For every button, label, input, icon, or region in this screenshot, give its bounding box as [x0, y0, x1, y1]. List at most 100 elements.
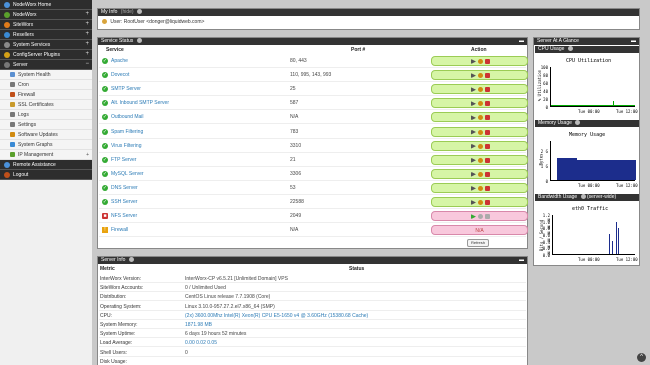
minimize-icon[interactable]: ▬: [519, 257, 524, 264]
info-value[interactable]: 1871.98 MB: [185, 322, 212, 328]
service-name[interactable]: Apache: [111, 58, 128, 64]
service-name[interactable]: Alt. Inbound SMTP Server: [111, 100, 169, 106]
sidebar-item-nodeworx-home[interactable]: NodeWorx Home: [0, 0, 92, 10]
expand-icon[interactable]: +: [85, 11, 89, 17]
restart-icon[interactable]: [478, 115, 483, 121]
sidebar-item-logout[interactable]: Logout: [0, 170, 92, 180]
my-info-user: User: RootUser <donger@liquidweb.com>: [110, 19, 205, 25]
service-name[interactable]: SMTP Server: [111, 86, 141, 92]
sidebar-subitem-firewall[interactable]: Firewall: [0, 90, 92, 100]
sidebar-item-configserver-plugins[interactable]: ConfigServer Plugins +: [0, 50, 92, 60]
start-icon[interactable]: [471, 73, 476, 79]
stop-icon[interactable]: [485, 87, 490, 93]
expand-icon[interactable]: +: [86, 152, 89, 158]
stop-icon[interactable]: [485, 59, 490, 64]
sidebar-item-label: Resellers: [13, 31, 34, 38]
sidebar-subitem-system-health[interactable]: System Health: [0, 70, 92, 80]
col-action: Action: [471, 47, 487, 53]
expand-icon[interactable]: +: [85, 21, 89, 27]
expand-icon[interactable]: +: [85, 31, 89, 37]
sidebar-item-server[interactable]: Server −: [0, 60, 92, 70]
help-icon[interactable]: [136, 38, 142, 43]
service-name[interactable]: Dovecot: [111, 72, 129, 78]
help-icon[interactable]: [128, 257, 134, 262]
restart-icon[interactable]: [478, 59, 483, 64]
sidebar-subitem-settings[interactable]: Settings: [0, 120, 92, 130]
info-value[interactable]: (2x) 3600.00Mhz Intel(R) Xeon(R) CPU E5-…: [185, 313, 368, 319]
restart-icon[interactable]: [478, 87, 483, 93]
start-icon[interactable]: [471, 143, 476, 149]
restart-icon[interactable]: [478, 129, 483, 135]
refresh-button[interactable]: Refresh: [467, 239, 489, 247]
stop-icon[interactable]: [485, 143, 490, 149]
sidebar-item-system-services[interactable]: System Services +: [0, 40, 92, 50]
start-icon[interactable]: [471, 157, 476, 163]
help-icon[interactable]: [575, 120, 581, 125]
sidebar-subitem-ssl-certificates[interactable]: SSL Certificates: [0, 100, 92, 110]
service-name[interactable]: NFS Server: [111, 213, 137, 219]
stop-icon[interactable]: [485, 214, 490, 220]
scroll-top-button[interactable]: ^: [637, 353, 646, 362]
service-name[interactable]: SSH Server: [111, 199, 137, 205]
sidebar-subitem-cron[interactable]: Cron: [0, 80, 92, 90]
sidebar-subitem-icon: [10, 132, 15, 137]
start-icon[interactable]: [471, 200, 476, 205]
memory-graph[interactable]: Memory Usage Bytes 2 G1 G0 Tue 00:00 Tue…: [536, 129, 638, 191]
stop-icon[interactable]: [485, 171, 490, 177]
service-name[interactable]: MySQL Server: [111, 171, 144, 177]
restart-icon[interactable]: [478, 143, 483, 149]
service-action-bar: [431, 70, 528, 81]
stop-icon[interactable]: [485, 101, 490, 107]
help-icon[interactable]: [136, 9, 142, 14]
help-icon[interactable]: [567, 46, 573, 51]
restart-icon[interactable]: [478, 73, 483, 79]
sidebar-item-resellers[interactable]: Resellers +: [0, 30, 92, 40]
minimize-icon[interactable]: ▬: [519, 38, 524, 45]
stop-icon[interactable]: [485, 73, 490, 79]
bandwidth-usage-suffix: (server-wide): [586, 194, 617, 200]
restart-icon[interactable]: [478, 200, 483, 205]
start-icon[interactable]: [471, 115, 476, 121]
service-name[interactable]: Firewall: [111, 227, 128, 233]
start-icon[interactable]: [471, 214, 476, 220]
help-icon[interactable]: [580, 194, 586, 199]
sidebar-subitem-software-updates[interactable]: Software Updates: [0, 130, 92, 140]
sidebar-subitem-logs[interactable]: Logs: [0, 110, 92, 120]
info-value[interactable]: 0.00 0.02 0.05: [185, 340, 217, 346]
restart-icon[interactable]: [478, 171, 483, 177]
minimize-icon[interactable]: ▬: [631, 38, 636, 45]
sidebar-subitem-ip-management[interactable]: IP Management +: [0, 150, 92, 160]
service-name[interactable]: Outbound Mail: [111, 114, 144, 120]
service-name[interactable]: DNS Server: [111, 185, 138, 191]
expand-icon[interactable]: +: [85, 41, 89, 47]
sidebar-item-nodeworx[interactable]: NodeWorx +: [0, 10, 92, 20]
expand-icon[interactable]: +: [85, 51, 89, 57]
restart-icon[interactable]: [478, 214, 483, 220]
sidebar-subitem-system-graphs[interactable]: System Graphs: [0, 140, 92, 150]
cpu-graph[interactable]: CPU Utilization % Utilization 100 80 60 40 2…: [536, 55, 638, 117]
stop-icon[interactable]: [485, 185, 490, 191]
stop-icon[interactable]: [485, 157, 490, 163]
restart-icon[interactable]: [478, 157, 483, 163]
start-icon[interactable]: [471, 129, 476, 135]
start-icon[interactable]: [471, 185, 476, 191]
start-icon[interactable]: [471, 59, 476, 64]
service-name[interactable]: Spam Filtering: [111, 129, 143, 135]
collapse-icon[interactable]: −: [85, 61, 89, 67]
stop-icon[interactable]: [485, 115, 490, 121]
stop-icon[interactable]: [485, 200, 490, 205]
ytick-label: 100: [540, 65, 548, 70]
start-icon[interactable]: [471, 87, 476, 93]
start-icon[interactable]: [471, 101, 476, 107]
stop-icon[interactable]: [485, 129, 490, 135]
my-info-toggle[interactable]: (hide): [121, 9, 134, 15]
start-icon[interactable]: [471, 171, 476, 177]
service-name[interactable]: FTP Server: [111, 157, 136, 163]
restart-icon[interactable]: [478, 101, 483, 107]
bandwidth-graph[interactable]: eth0 Traffic Bits / Second 1.2 M 1.0 M 0.8…: [536, 203, 638, 265]
sidebar-item-remote-assistance[interactable]: Remote Assistance: [0, 160, 92, 170]
service-name[interactable]: Virus Filtering: [111, 143, 141, 149]
sidebar-item-siteworx[interactable]: SiteWorx +: [0, 20, 92, 30]
check-icon: ✓: [102, 170, 108, 177]
restart-icon[interactable]: [478, 185, 483, 191]
